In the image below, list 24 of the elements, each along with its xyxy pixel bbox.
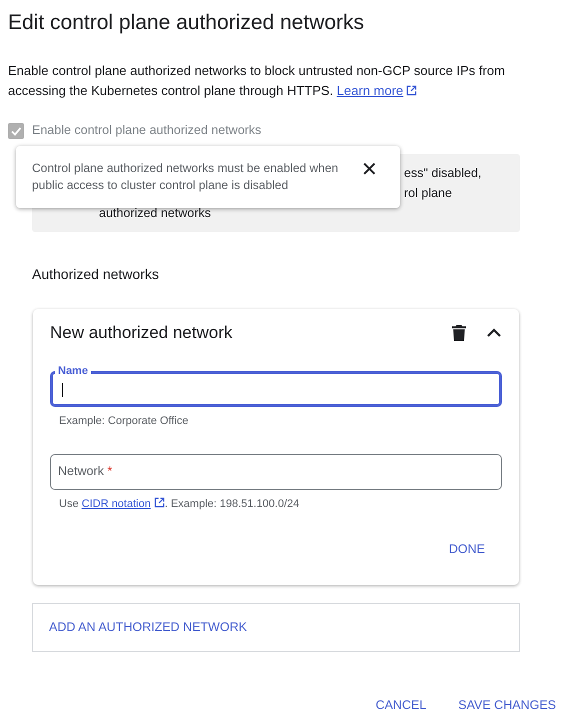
section-title: Authorized networks bbox=[32, 264, 160, 284]
checkbox-label: Enable control plane authorized networks bbox=[32, 122, 262, 140]
footer-button[interactable]: SAVE CHANGES bbox=[458, 690, 556, 714]
done-button[interactable]: DONE bbox=[448, 534, 485, 566]
hint-text: Use CIDR notation . Example: 198.51.100.0/24 bbox=[59, 496, 300, 512]
learn-more-link[interactable]: Learn more bbox=[336, 83, 404, 98]
text-field[interactable] bbox=[50, 454, 502, 490]
info-text: rol plane bbox=[404, 184, 452, 202]
check-icon bbox=[10, 124, 22, 137]
external-link-icon bbox=[406, 85, 418, 96]
field-label: Network * bbox=[58, 462, 112, 480]
description: Enable control plane authorized networks to block untrusted non-GCP source IPs from accessing the Kubernetes control plane through HTTPS. Learn more bbox=[8, 62, 506, 100]
info-text: authorized networks bbox=[99, 204, 211, 222]
external-link-icon bbox=[154, 496, 165, 508]
card-title: New authorized network bbox=[50, 322, 234, 344]
cidr-link[interactable]: CIDR notation bbox=[82, 498, 151, 510]
delete-icon[interactable] bbox=[452, 325, 466, 342]
info-text: ess" disabled, bbox=[404, 164, 482, 182]
close-button[interactable]: ✕ bbox=[355, 160, 384, 180]
tooltip-text: Control plane authorized networks must be enabled when public access to cluster control plane is disabled bbox=[32, 160, 340, 194]
text-cursor bbox=[62, 383, 63, 398]
dialog-title: Edit control plane authorized networks bbox=[8, 10, 366, 36]
hint-text: Example: Corporate Office bbox=[59, 414, 190, 430]
footer-button[interactable]: CANCEL bbox=[376, 690, 426, 714]
